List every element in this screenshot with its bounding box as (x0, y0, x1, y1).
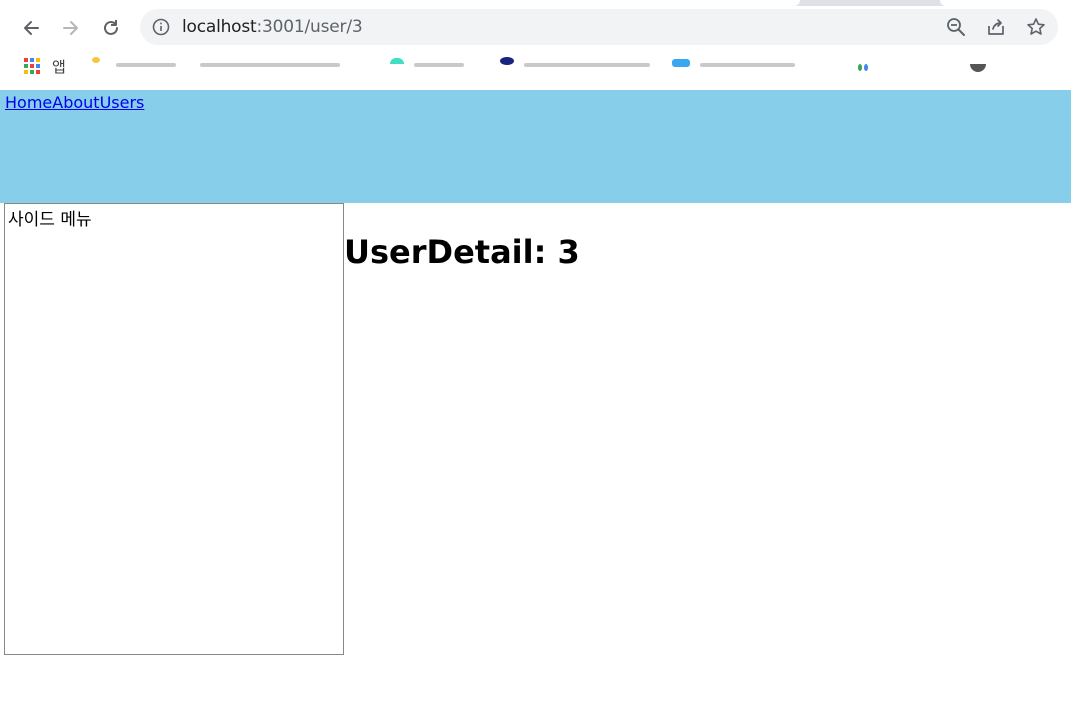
nav-link-about[interactable]: About (52, 93, 99, 112)
back-button[interactable] (15, 12, 47, 44)
bookmark-favicon[interactable] (970, 64, 986, 72)
main-nav: HomeAboutUsers (5, 93, 144, 112)
web-page: HomeAboutUsers 사이드 메뉴 UserDetail: 3 (0, 90, 1071, 705)
bookmark-favicon[interactable] (672, 59, 690, 67)
url-path: :3001/user/3 (256, 17, 363, 37)
star-icon[interactable] (1026, 17, 1046, 37)
apps-grid-icon[interactable] (24, 58, 40, 74)
nav-link-home[interactable]: Home (5, 93, 52, 112)
reload-button[interactable] (95, 12, 127, 44)
address-bar[interactable]: localhost:3001/user/3 (140, 9, 1058, 45)
bookmark-favicon[interactable] (500, 57, 514, 65)
browser-toolbar: localhost:3001/user/3 (0, 6, 1071, 50)
url-host: localhost (182, 17, 257, 37)
bookmark-item[interactable] (414, 63, 464, 67)
side-menu: 사이드 메뉴 (4, 203, 344, 655)
url-text[interactable]: localhost:3001/user/3 (182, 17, 363, 37)
page-title: UserDetail: 3 (344, 233, 580, 271)
bookmark-favicon[interactable] (858, 64, 862, 71)
bookmark-item[interactable] (700, 63, 795, 67)
bookmark-item[interactable] (116, 63, 176, 67)
apps-bookmark-label[interactable]: 앱 (52, 56, 66, 77)
forward-button[interactable] (55, 12, 87, 44)
bookmark-item[interactable] (200, 63, 340, 67)
bookmarks-bar: 앱 (0, 50, 1071, 84)
bookmark-folder-icon[interactable] (92, 57, 100, 63)
site-header: HomeAboutUsers (0, 90, 1071, 203)
bookmark-item[interactable] (524, 63, 650, 67)
arrow-right-icon (63, 21, 78, 35)
zoom-out-icon[interactable] (946, 17, 966, 37)
reload-icon (104, 20, 118, 35)
nav-link-users[interactable]: Users (100, 93, 145, 112)
browser-chrome: localhost:3001/user/3 앱 (0, 0, 1071, 90)
bookmark-favicon[interactable] (864, 64, 868, 71)
share-icon[interactable] (986, 17, 1006, 37)
bookmark-favicon[interactable] (390, 58, 404, 64)
side-menu-title: 사이드 메뉴 (8, 210, 92, 230)
arrow-left-icon (24, 21, 39, 35)
info-icon[interactable] (152, 18, 170, 36)
